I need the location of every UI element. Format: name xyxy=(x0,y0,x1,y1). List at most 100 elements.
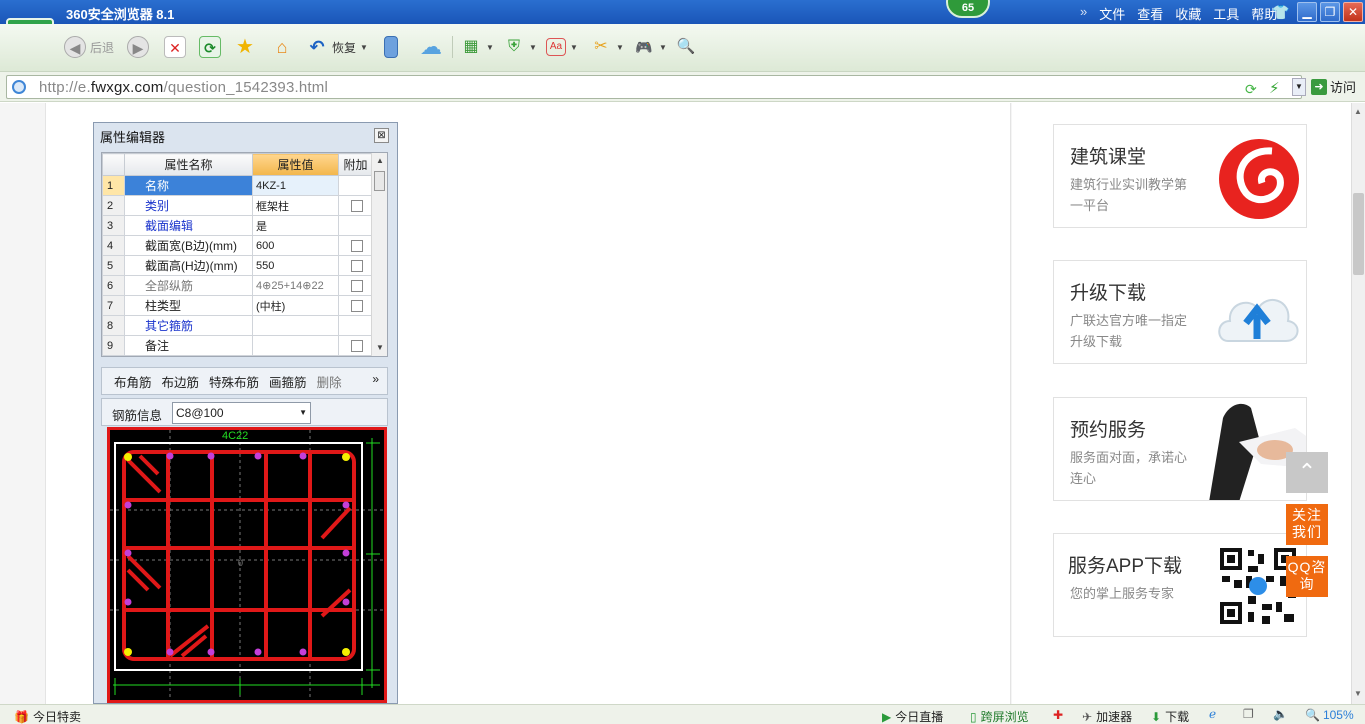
corner-rebar-button[interactable]: 布角筋 xyxy=(114,372,152,391)
translate-dropdown-icon[interactable]: ▼ xyxy=(570,43,578,52)
scroll-up-icon[interactable]: ▲ xyxy=(1354,107,1362,116)
notification-badge[interactable]: 65 xyxy=(946,0,990,18)
card-upgrade[interactable]: 升级下载 广联达官方唯一指定升级下载 xyxy=(1053,260,1307,364)
special-rebar-button[interactable]: 特殊布筋 xyxy=(209,372,259,391)
row-name: 类别 xyxy=(124,195,253,216)
mobile-button[interactable] xyxy=(384,34,398,60)
scroll-thumb[interactable] xyxy=(374,171,385,191)
row-value[interactable] xyxy=(252,335,339,356)
speed-mode-icon[interactable]: ⚡ xyxy=(1269,79,1280,97)
row-checkbox[interactable] xyxy=(351,340,363,353)
zoom-control[interactable]: 🔍 105% xyxy=(1305,708,1354,722)
table-row[interactable]: 9 备注 xyxy=(102,335,373,356)
cloud-button[interactable]: ☁ xyxy=(416,34,446,60)
security-dropdown-icon[interactable]: ▼ xyxy=(529,43,537,52)
accelerator-link[interactable]: ✈ 加速器 xyxy=(1082,708,1132,724)
qq-consult-button[interactable]: QQ咨询 xyxy=(1286,556,1328,597)
zoom-button[interactable]: 🔍 xyxy=(675,34,697,60)
row-checkbox[interactable] xyxy=(351,300,363,313)
scissors-icon: ✂ xyxy=(594,38,608,55)
row-checkbox[interactable] xyxy=(351,280,363,293)
security-button[interactable]: ⛨ ▼ xyxy=(503,34,537,60)
back-button[interactable]: ◀ 后退 xyxy=(64,34,114,60)
row-checkbox[interactable] xyxy=(351,200,363,213)
restore-window-button[interactable]: ❐ xyxy=(1320,2,1340,22)
table-row[interactable]: 1 名称 4KZ-1 xyxy=(102,175,373,196)
table-row[interactable]: 4 截面宽(B边)(mm) 600 xyxy=(102,235,373,256)
game-dropdown-icon[interactable]: ▼ xyxy=(659,43,667,52)
apps-dropdown-icon[interactable]: ▼ xyxy=(486,43,494,52)
ad-block-icon: Aa xyxy=(546,38,566,56)
menu-file[interactable]: 文件 xyxy=(1099,4,1125,23)
chevron-down-icon: ▼ xyxy=(299,408,307,417)
table-row[interactable]: 8 其它箍筋 xyxy=(102,315,373,336)
row-value[interactable]: 4KZ-1 xyxy=(252,175,339,196)
forward-button[interactable]: ▶ xyxy=(127,34,149,60)
close-window-button[interactable]: ✕ xyxy=(1343,2,1363,22)
url-input[interactable]: http://e.fwxgx.com/question_1542393.html… xyxy=(6,75,1306,99)
edge-rebar-button[interactable]: 布边筋 xyxy=(162,372,200,391)
table-row[interactable]: 3 截面编辑 是 xyxy=(102,215,373,236)
back-to-top-button[interactable]: ⌃ xyxy=(1286,452,1328,493)
menu-more-chevron[interactable]: » xyxy=(1080,4,1087,23)
card-title: 预约服务 xyxy=(1070,420,1147,441)
scroll-down-icon[interactable]: ▼ xyxy=(376,343,384,352)
more-chevron-icon[interactable]: » xyxy=(372,372,379,386)
table-row[interactable]: 7 柱类型 (中柱) xyxy=(102,295,373,316)
card-classroom[interactable]: 建筑课堂 建筑行业实训教学第一平台 xyxy=(1053,124,1307,228)
card-appointment[interactable]: 预约服务 服务面对面，承诺心连心 xyxy=(1053,397,1307,501)
row-checkbox[interactable] xyxy=(351,240,363,253)
rebar-info-select[interactable]: C8@100 ▼ xyxy=(172,402,311,424)
follow-us-button[interactable]: 关注我们 xyxy=(1286,504,1328,545)
refresh-button[interactable]: ⟳ xyxy=(199,34,221,60)
scroll-up-icon[interactable]: ▲ xyxy=(376,156,384,165)
card-app-download[interactable]: 服务APP下载 您的掌上服务专家 xyxy=(1053,533,1307,637)
home-button[interactable]: ⌂ xyxy=(271,34,293,60)
table-row[interactable]: 2 类别 框架柱 xyxy=(102,195,373,216)
url-history-dropdown-icon[interactable]: ▼ xyxy=(1292,78,1306,96)
scroll-thumb[interactable] xyxy=(1353,193,1364,275)
medkit-icon[interactable]: ✚ xyxy=(1053,708,1063,722)
screenshot-dropdown-icon[interactable]: ▼ xyxy=(616,43,624,52)
row-value[interactable]: 是 xyxy=(252,215,339,236)
table-row[interactable]: 5 截面高(H边)(mm) 550 xyxy=(102,255,373,276)
speaker-icon[interactable]: 🔈 xyxy=(1273,707,1288,721)
section-canvas[interactable]: 4C22 0 xyxy=(107,427,387,703)
property-scrollbar[interactable]: ▲ ▼ xyxy=(371,153,387,356)
skin-shirt-icon[interactable]: 👕 xyxy=(1272,4,1289,20)
favorite-button[interactable]: ★ xyxy=(234,34,256,60)
compat-refresh-icon[interactable]: ⟳ xyxy=(1245,81,1257,98)
row-value[interactable] xyxy=(252,315,339,336)
ie-icon[interactable]: ℯ xyxy=(1209,707,1216,721)
restore-tab-button[interactable]: ↶ 恢复 ▼ xyxy=(306,34,368,60)
row-value[interactable]: 600 xyxy=(252,235,339,256)
menu-view[interactable]: 查看 xyxy=(1137,4,1163,23)
scroll-down-icon[interactable]: ▼ xyxy=(1354,689,1362,698)
game-button[interactable]: 🎮 ▼ xyxy=(633,34,667,60)
apps-button[interactable]: ▦ ▼ xyxy=(460,34,494,60)
minimize-button[interactable]: ▁ xyxy=(1297,2,1317,22)
screenshot-button[interactable]: ✂ ▼ xyxy=(590,34,624,60)
row-value[interactable]: 4⊕25+14⊕22 xyxy=(252,275,339,296)
go-button[interactable]: ➜ 访问 xyxy=(1311,77,1356,96)
row-value[interactable]: 框架柱 xyxy=(252,195,339,216)
close-icon[interactable]: ⊠ xyxy=(374,128,389,143)
draw-stirrup-button[interactable]: 画箍筋 xyxy=(269,372,307,391)
cross-screen-link[interactable]: ▯ 跨屏浏览 xyxy=(970,708,1029,724)
menu-tools[interactable]: 工具 xyxy=(1213,4,1239,23)
row-value[interactable]: 550 xyxy=(252,255,339,276)
stop-button[interactable]: ✕ xyxy=(164,34,186,60)
delete-button[interactable]: 删除 xyxy=(317,372,342,391)
daily-deal-link[interactable]: 🎁 今日特卖 xyxy=(14,708,81,724)
page-scrollbar[interactable]: ▲ ▼ xyxy=(1351,103,1365,704)
restore-dropdown-icon[interactable]: ▼ xyxy=(360,43,368,52)
table-row[interactable]: 6 全部纵筋 4⊕25+14⊕22 xyxy=(102,275,373,296)
row-checkbox[interactable] xyxy=(351,260,363,273)
live-link[interactable]: ▶ 今日直播 xyxy=(882,708,943,724)
window-icon[interactable]: ❐ xyxy=(1243,707,1254,721)
menu-favorites[interactable]: 收藏 xyxy=(1175,4,1201,23)
row-value[interactable]: (中柱) xyxy=(252,295,339,316)
toolbar-divider xyxy=(452,36,453,58)
translate-button[interactable]: Aa ▼ xyxy=(546,34,578,60)
download-link[interactable]: ⬇ 下载 xyxy=(1151,708,1189,724)
